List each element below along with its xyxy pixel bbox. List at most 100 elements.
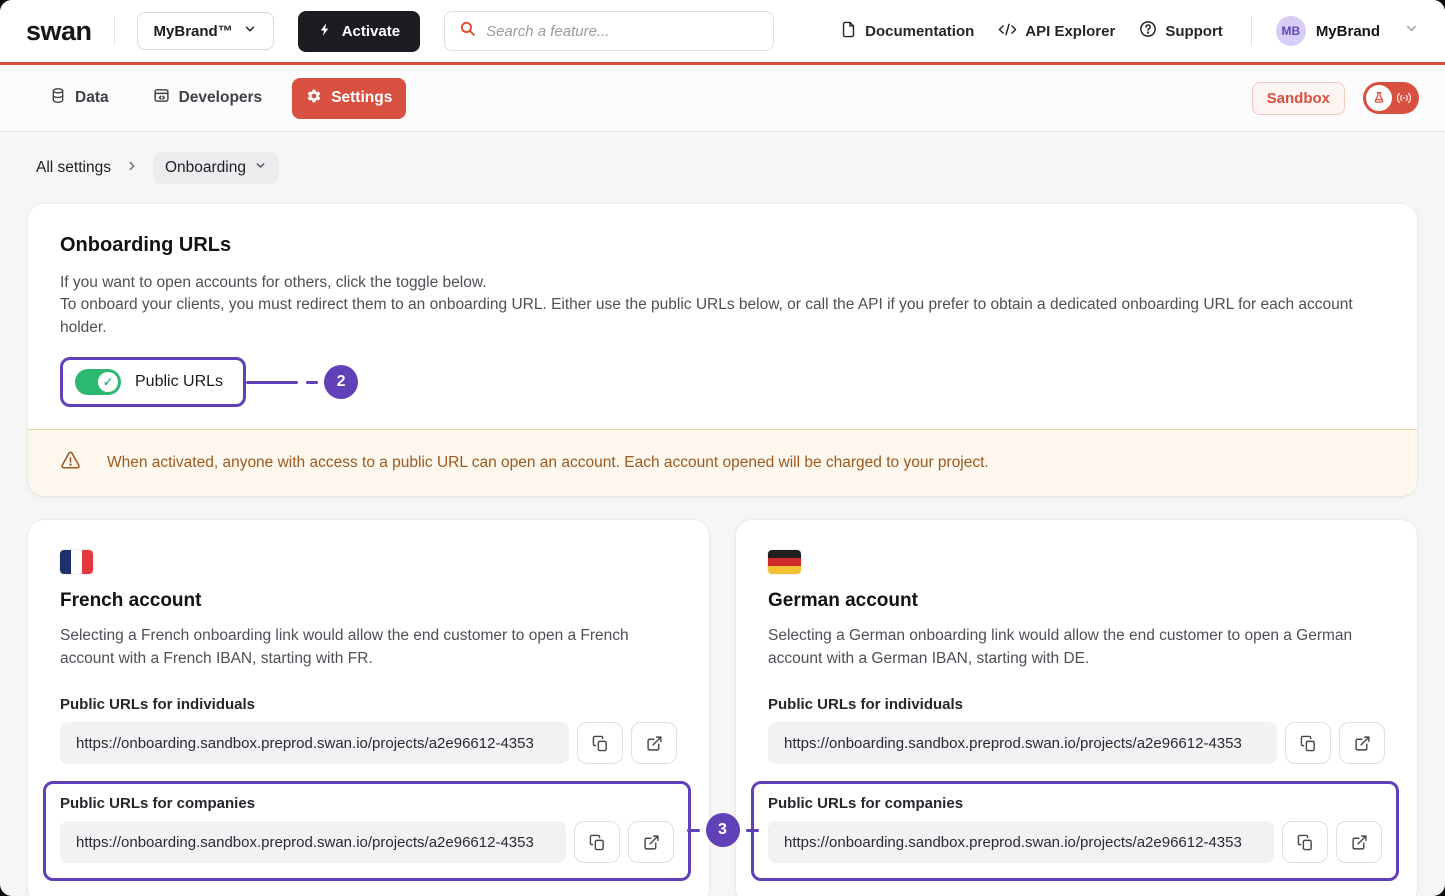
app-window: swan MyBrand™ Activate Docum [0, 0, 1445, 896]
header-divider [114, 16, 115, 46]
onboarding-urls-card: Onboarding URLs If you want to open acco… [28, 204, 1417, 496]
copy-icon [1300, 735, 1317, 752]
activate-button[interactable]: Activate [298, 11, 420, 52]
public-urls-toggle-highlight: ✓ Public URLs [60, 357, 246, 407]
check-icon: ✓ [98, 372, 118, 392]
nav-api-explorer[interactable]: API Explorer [986, 14, 1127, 49]
german-account-description: Selecting a German onboarding link would… [768, 625, 1385, 670]
step-connector-dash [687, 829, 700, 832]
nav-documentation-label: Documentation [865, 23, 974, 40]
breadcrumb-current-label: Onboarding [165, 159, 246, 177]
nav-support-label: Support [1165, 23, 1223, 40]
step-connector-dash [746, 829, 759, 832]
french-account-description: Selecting a French onboarding link would… [60, 625, 677, 670]
copy-icon [589, 834, 606, 851]
step-3-connector: 3 [687, 813, 759, 847]
account-menu[interactable]: MB MyBrand [1276, 16, 1419, 46]
description-line-2: To onboard your clients, you must redire… [60, 294, 1385, 339]
search-input[interactable] [486, 23, 759, 40]
flask-icon [1366, 85, 1392, 111]
tab-bar: Data Developers Settings Sandbox [0, 62, 1445, 132]
copy-url-button[interactable] [574, 821, 620, 863]
germany-flag-icon [768, 550, 801, 574]
step-connector-dash [306, 381, 318, 384]
sandbox-badge[interactable]: Sandbox [1252, 82, 1345, 115]
nav-support[interactable]: Support [1127, 12, 1235, 50]
french-individuals-url-input[interactable] [60, 722, 569, 764]
code-icon [998, 22, 1017, 41]
help-icon [1139, 20, 1157, 42]
gear-icon [306, 88, 322, 109]
header-divider-2 [1251, 16, 1252, 46]
german-account-card: German account Selecting a German onboar… [736, 520, 1417, 896]
external-link-icon [1351, 834, 1368, 851]
account-name: MyBrand [1316, 23, 1380, 40]
open-url-button[interactable] [1336, 821, 1382, 863]
french-individuals-label: Public URLs for individuals [60, 696, 677, 713]
copy-icon [1297, 834, 1314, 851]
french-companies-highlight: Public URLs for companies [43, 781, 691, 881]
german-companies-label: Public URLs for companies [768, 795, 1382, 812]
german-account-title: German account [768, 590, 1385, 612]
feature-search[interactable] [444, 11, 774, 51]
lightning-icon [318, 22, 333, 41]
header-right: Documentation API Explorer Support MB My… [828, 12, 1419, 50]
main-content: Onboarding URLs If you want to open acco… [0, 198, 1445, 896]
external-link-icon [643, 834, 660, 851]
external-link-icon [646, 735, 663, 752]
breadcrumb: All settings Onboarding [0, 132, 1445, 198]
search-icon [459, 20, 476, 42]
copy-url-button[interactable] [577, 722, 623, 764]
tab-data[interactable]: Data [36, 77, 123, 119]
french-companies-url-input[interactable] [60, 821, 566, 863]
step-badge-3: 3 [706, 813, 740, 847]
live-signal-icon [1392, 91, 1416, 105]
french-account-card: French account Selecting a French onboar… [28, 520, 709, 896]
tab-data-label: Data [75, 89, 109, 107]
project-selector[interactable]: MyBrand™ [137, 12, 274, 50]
warning-icon [60, 450, 81, 476]
chevron-down-icon [243, 22, 257, 40]
open-url-button[interactable] [1339, 722, 1385, 764]
german-individuals-label: Public URLs for individuals [768, 696, 1385, 713]
top-header: swan MyBrand™ Activate Docum [0, 0, 1445, 62]
step-connector-line [246, 381, 298, 384]
breadcrumb-all-settings[interactable]: All settings [36, 159, 111, 177]
copy-icon [592, 735, 609, 752]
swan-logo: swan [26, 16, 92, 47]
copy-url-button[interactable] [1282, 821, 1328, 863]
chevron-down-icon [254, 159, 267, 177]
avatar: MB [1276, 16, 1306, 46]
open-url-button[interactable] [628, 821, 674, 863]
chevron-down-icon [1404, 21, 1419, 41]
warning-banner: When activated, anyone with access to a … [28, 429, 1417, 496]
database-icon [50, 87, 66, 109]
german-individuals-url-input[interactable] [768, 722, 1277, 764]
nav-api-explorer-label: API Explorer [1025, 23, 1115, 40]
german-companies-highlight: Public URLs for companies [751, 781, 1399, 881]
breadcrumb-current-dropdown[interactable]: Onboarding [153, 152, 279, 184]
step-badge-2: 2 [324, 365, 358, 399]
tab-settings-label: Settings [331, 89, 392, 107]
tab-developers[interactable]: Developers [139, 77, 277, 119]
france-flag-icon [60, 550, 93, 574]
toggle-label: Public URLs [135, 373, 223, 391]
warning-text: When activated, anyone with access to a … [107, 454, 989, 472]
project-selector-label: MyBrand™ [154, 23, 233, 40]
chevron-right-icon [125, 159, 139, 178]
environment-toggle[interactable] [1363, 82, 1419, 114]
french-companies-label: Public URLs for companies [60, 795, 674, 812]
account-cards-row: French account Selecting a French onboar… [28, 520, 1417, 896]
nav-documentation[interactable]: Documentation [828, 13, 986, 50]
document-icon [840, 21, 857, 42]
french-account-title: French account [60, 590, 677, 612]
description-line-1: If you want to open accounts for others,… [60, 272, 1385, 294]
public-urls-toggle[interactable]: ✓ [75, 369, 121, 395]
german-companies-url-input[interactable] [768, 821, 1274, 863]
copy-url-button[interactable] [1285, 722, 1331, 764]
external-link-icon [1354, 735, 1371, 752]
tab-settings[interactable]: Settings [292, 78, 406, 119]
tab-developers-label: Developers [179, 89, 263, 107]
open-url-button[interactable] [631, 722, 677, 764]
activate-label: Activate [342, 23, 400, 40]
